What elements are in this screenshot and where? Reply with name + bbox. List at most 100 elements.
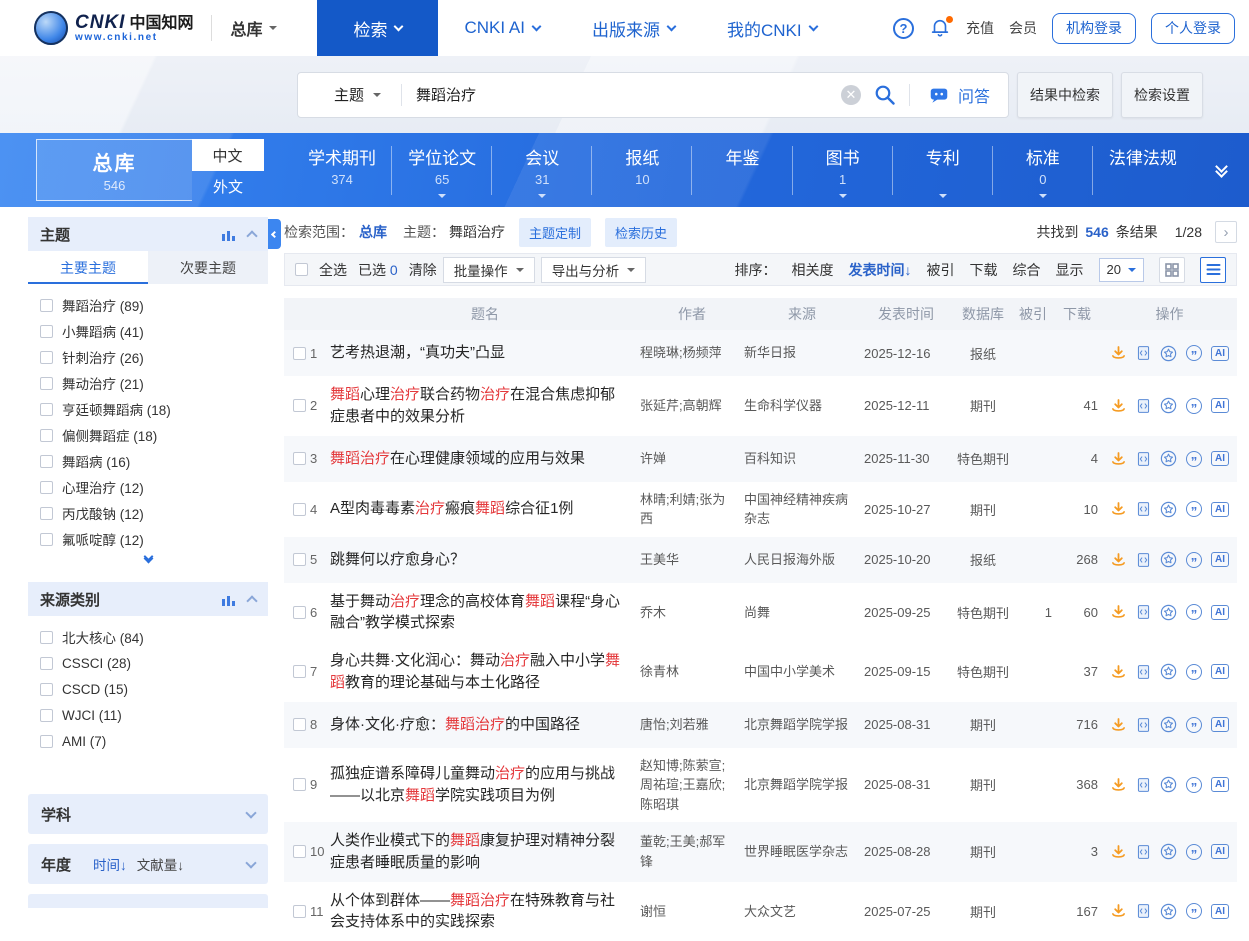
- row-checkbox[interactable]: [293, 553, 306, 566]
- sort-option[interactable]: 相关度: [792, 260, 834, 280]
- favorite-icon[interactable]: [1160, 663, 1177, 680]
- filter-checkbox[interactable]: [40, 507, 53, 520]
- lang-tab-中文[interactable]: 中文: [192, 139, 264, 171]
- filter-item[interactable]: CSCD (15): [40, 676, 256, 702]
- nav-item-出版来源[interactable]: 出版来源: [592, 0, 675, 56]
- download-icon[interactable]: [1110, 717, 1127, 733]
- help-icon[interactable]: ?: [893, 18, 914, 39]
- favorite-icon[interactable]: [1160, 776, 1177, 793]
- select-all-label[interactable]: 全选: [319, 260, 347, 280]
- collapsed-section-partial[interactable]: [28, 894, 268, 908]
- result-download-count[interactable]: 4: [1052, 451, 1102, 466]
- read-online-icon[interactable]: [1136, 777, 1151, 793]
- ai-icon[interactable]: AI: [1211, 552, 1229, 567]
- topic-tab[interactable]: 主要主题: [28, 251, 148, 284]
- result-authors[interactable]: 张延芹;高朝辉: [640, 396, 744, 416]
- result-authors[interactable]: 王美华: [640, 550, 744, 570]
- row-checkbox[interactable]: [293, 399, 306, 412]
- cite-icon[interactable]: ”: [1186, 777, 1202, 793]
- cite-icon[interactable]: ”: [1186, 903, 1202, 919]
- result-authors[interactable]: 董乾;王美;郝军锋: [640, 832, 744, 871]
- library-switcher[interactable]: 总库: [230, 16, 277, 40]
- download-icon[interactable]: [1110, 844, 1127, 860]
- total-library-tab[interactable]: 总库 546 中文外文: [36, 139, 264, 201]
- row-checkbox[interactable]: [293, 778, 306, 791]
- export-analyze-dropdown[interactable]: 导出与分析: [541, 257, 647, 283]
- result-title-link[interactable]: 舞蹈治疗在心理健康领域的应用与效果: [330, 448, 640, 470]
- ai-icon[interactable]: AI: [1211, 605, 1229, 620]
- result-authors[interactable]: 程晓琳;杨频萍: [640, 343, 744, 363]
- favorite-icon[interactable]: [1160, 397, 1177, 414]
- result-title-link[interactable]: A型肉毒毒素治疗瘢痕舞蹈综合征1例: [330, 498, 640, 520]
- ai-icon[interactable]: AI: [1211, 502, 1229, 517]
- row-checkbox[interactable]: [293, 347, 306, 360]
- db-category[interactable]: 专利: [893, 144, 993, 197]
- result-source[interactable]: 中国神经精神疾病杂志: [744, 490, 860, 529]
- result-title-link[interactable]: 身体·文化·疗愈：舞蹈治疗的中国路径: [330, 714, 640, 736]
- download-icon[interactable]: [1110, 664, 1127, 680]
- result-download-count[interactable]: 60: [1052, 605, 1102, 620]
- filter-checkbox[interactable]: [40, 683, 53, 696]
- cite-icon[interactable]: ”: [1186, 664, 1202, 680]
- read-online-icon[interactable]: [1136, 552, 1151, 568]
- read-online-icon[interactable]: [1136, 604, 1151, 620]
- result-source[interactable]: 世界睡眠医学杂志: [744, 842, 860, 862]
- favorite-icon[interactable]: [1160, 716, 1177, 733]
- download-icon[interactable]: [1110, 777, 1127, 793]
- filter-checkbox[interactable]: [40, 533, 53, 546]
- page-size-dropdown[interactable]: 20: [1099, 258, 1144, 282]
- read-online-icon[interactable]: [1136, 345, 1151, 361]
- result-title-link[interactable]: 孤独症谱系障碍儿童舞动治疗的应用与挑战——以北京舞蹈学院实践项目为例: [330, 763, 640, 807]
- row-checkbox[interactable]: [293, 452, 306, 465]
- result-authors[interactable]: 谢恒: [640, 902, 744, 922]
- ai-icon[interactable]: AI: [1211, 451, 1229, 466]
- filter-checkbox[interactable]: [40, 657, 53, 670]
- expand-chevron-icon[interactable]: [245, 857, 256, 868]
- filter-checkbox[interactable]: [40, 403, 53, 416]
- bar-chart-icon[interactable]: [222, 593, 236, 606]
- favorite-icon[interactable]: [1160, 604, 1177, 621]
- bar-chart-icon[interactable]: [222, 228, 236, 241]
- scope-value[interactable]: 总库: [359, 222, 387, 242]
- nav-item-检索[interactable]: 检索: [317, 0, 438, 56]
- org-login-button[interactable]: 机构登录: [1052, 13, 1136, 44]
- row-checkbox[interactable]: [293, 606, 306, 619]
- result-download-count[interactable]: 10: [1052, 502, 1102, 517]
- sort-option[interactable]: 发表时间↓: [849, 260, 912, 280]
- result-download-count[interactable]: 268: [1052, 552, 1102, 567]
- cite-icon[interactable]: ”: [1186, 345, 1202, 361]
- topic-section-header[interactable]: 主题: [28, 217, 268, 251]
- year-sort-count[interactable]: 文献量↓: [137, 854, 184, 874]
- result-title-link[interactable]: 从个体到群体——舞蹈治疗在特殊教育与社会支持体系中的实践探索: [330, 890, 640, 934]
- read-online-icon[interactable]: [1136, 664, 1151, 680]
- batch-actions-dropdown[interactable]: 批量操作: [443, 257, 535, 283]
- result-title-link[interactable]: 艺考热退潮，“真功夫”凸显: [330, 342, 640, 364]
- result-download-count[interactable]: 716: [1052, 717, 1102, 732]
- db-category[interactable]: 标准 0: [993, 144, 1093, 197]
- ai-icon[interactable]: AI: [1211, 777, 1229, 792]
- favorite-icon[interactable]: [1160, 501, 1177, 518]
- result-source[interactable]: 生命科学仪器: [744, 396, 860, 416]
- result-source[interactable]: 人民日报海外版: [744, 550, 860, 570]
- cnki-logo[interactable]: CNKI 中国知网 www.cnki.net: [34, 11, 193, 45]
- filter-item[interactable]: 舞动治疗 (21): [40, 370, 256, 396]
- download-icon[interactable]: [1110, 451, 1127, 467]
- download-icon[interactable]: [1110, 501, 1127, 517]
- filter-checkbox[interactable]: [40, 325, 53, 338]
- search-history-button[interactable]: 检索历史: [605, 218, 677, 247]
- select-all-checkbox[interactable]: [295, 263, 308, 276]
- db-category[interactable]: 会议 31: [492, 144, 592, 197]
- year-sort-time[interactable]: 时间↓: [93, 854, 127, 874]
- result-download-count[interactable]: 37: [1052, 664, 1102, 679]
- result-download-count[interactable]: 167: [1052, 904, 1102, 919]
- ai-icon[interactable]: AI: [1211, 904, 1229, 919]
- recharge-link[interactable]: 充值: [966, 18, 994, 38]
- expand-more-icon[interactable]: [1199, 165, 1243, 176]
- download-icon[interactable]: [1110, 552, 1127, 568]
- filter-item[interactable]: 丙戊酸钠 (12): [40, 500, 256, 526]
- filter-checkbox[interactable]: [40, 455, 53, 468]
- filter-checkbox[interactable]: [40, 377, 53, 390]
- ai-icon[interactable]: AI: [1211, 717, 1229, 732]
- db-category[interactable]: 学术期刊 374: [292, 144, 392, 197]
- filter-checkbox[interactable]: [40, 299, 53, 312]
